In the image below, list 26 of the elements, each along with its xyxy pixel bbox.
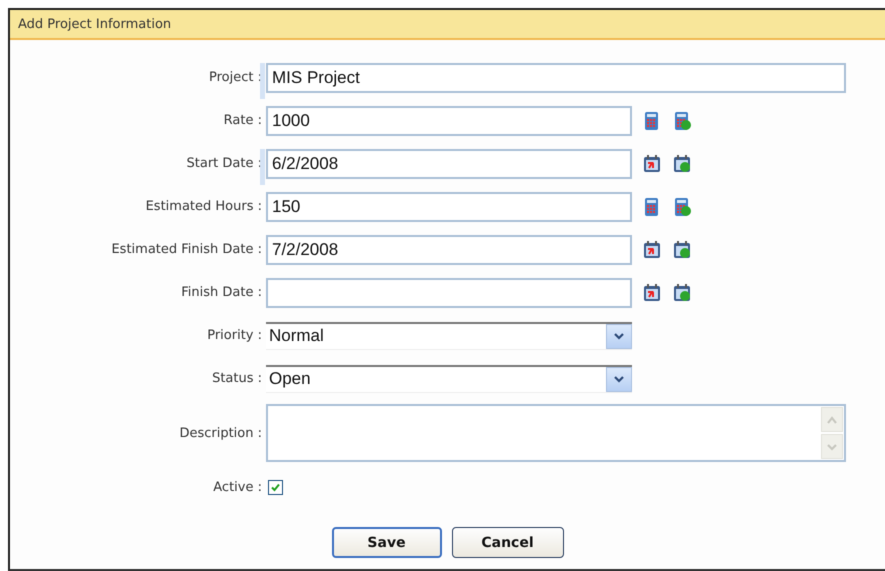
description-field[interactable] xyxy=(266,404,846,462)
calendar-icon[interactable] xyxy=(642,240,662,260)
text-field[interactable]: MIS Project xyxy=(266,62,846,92)
dropdown[interactable]: Open xyxy=(266,364,632,392)
field-label: Rate : xyxy=(222,113,262,128)
field-label: Active : xyxy=(212,480,262,495)
calendar-icon[interactable] xyxy=(642,282,662,302)
text-field[interactable] xyxy=(266,278,632,308)
field-label: Description : xyxy=(178,426,262,440)
field-label: Estimated Finish Date : xyxy=(110,242,262,257)
panel-title: Add Project Information xyxy=(10,10,885,40)
scrollbar[interactable] xyxy=(820,406,844,460)
checkbox[interactable] xyxy=(268,480,283,495)
save-button[interactable]: Save xyxy=(332,527,442,558)
text-field[interactable]: 150 xyxy=(266,192,632,222)
field-label: Finish Date : xyxy=(180,285,262,300)
field-label: Estimated Hours : xyxy=(144,199,262,214)
checkmark-icon xyxy=(270,482,281,493)
cancel-button[interactable]: Cancel xyxy=(452,527,564,558)
dropdown[interactable]: Normal xyxy=(266,322,632,350)
calendar-icon[interactable] xyxy=(642,154,662,174)
field-label: Status : xyxy=(211,371,262,386)
text-field[interactable]: 7/2/2008 xyxy=(266,234,632,264)
text-field[interactable]: 1000 xyxy=(266,106,632,136)
field-label: Priority : xyxy=(206,328,262,343)
text-field[interactable]: 6/2/2008 xyxy=(266,148,632,178)
